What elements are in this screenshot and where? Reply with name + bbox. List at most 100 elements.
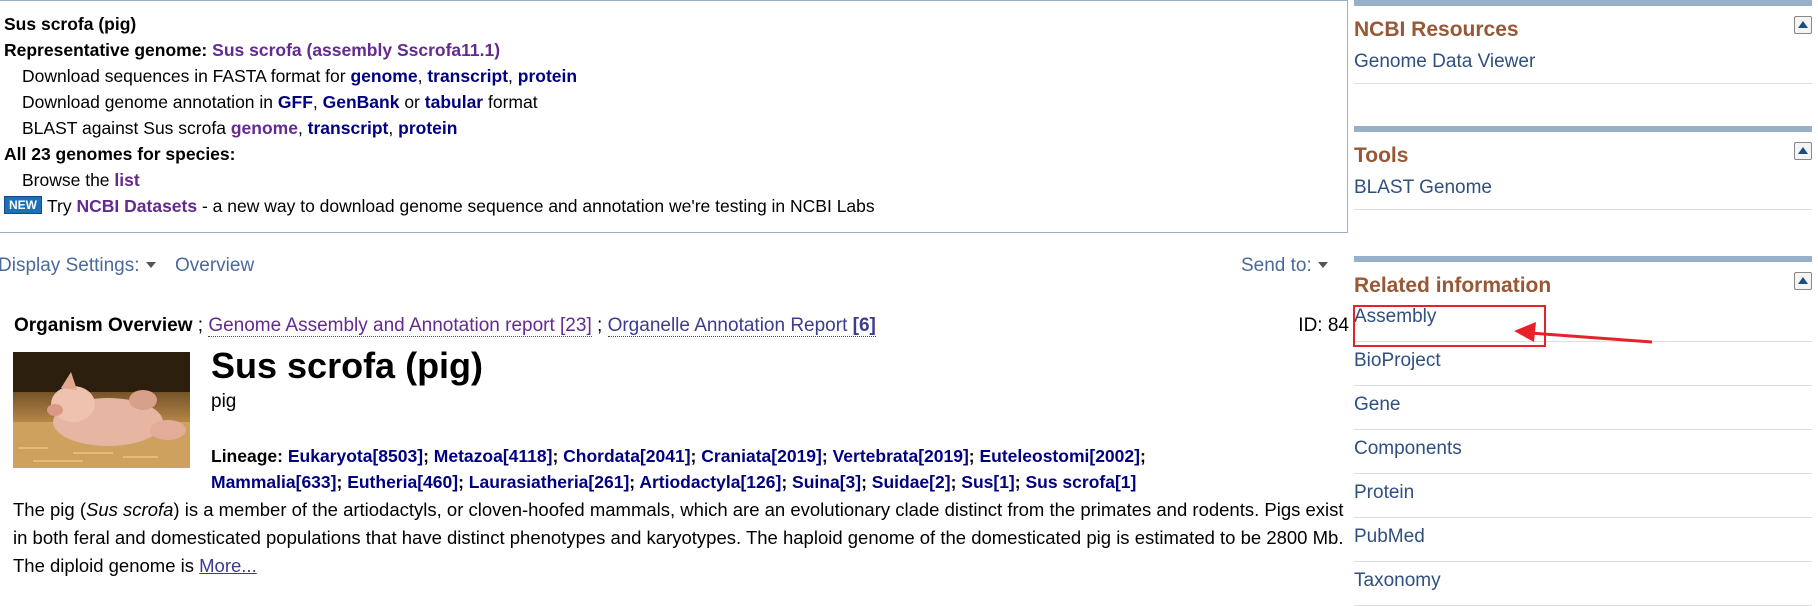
datasets-description: - a new way to download genome sequence … (201, 196, 875, 216)
browse-list-link[interactable]: list (114, 170, 139, 190)
lineage-link[interactable]: Euteleostomi (979, 446, 1089, 466)
lineage-link[interactable]: Artiodactyla (639, 472, 740, 492)
portlet-tools: Tools BLAST Genome (1354, 126, 1812, 210)
report-tabs: Organism Overview ; Genome Assembly and … (14, 315, 1349, 337)
fasta-genome-link[interactable]: genome (350, 66, 417, 86)
send-to-dropdown[interactable]: Send to: (1241, 255, 1328, 277)
lineage-separator: ; (552, 446, 564, 466)
display-settings-label: Display Settings: (0, 255, 140, 276)
fasta-transcript-link[interactable]: transcript (427, 66, 508, 86)
lineage-separator: ; (336, 472, 348, 492)
description-text-start: The pig ( (13, 499, 87, 520)
lineage-link[interactable]: Sus scrofa (1025, 472, 1114, 492)
lineage-separator: ; (690, 446, 702, 466)
annotation-format-text: format (488, 92, 538, 112)
lineage-link[interactable]: Mammalia (211, 472, 296, 492)
ncbi-datasets-link[interactable]: NCBI Datasets (77, 196, 198, 216)
send-to-label: Send to: (1241, 255, 1312, 276)
lineage-separator: ; (821, 446, 833, 466)
sidebar-item-protein[interactable]: Protein (1354, 474, 1812, 518)
fasta-protein-link[interactable]: protein (518, 66, 577, 86)
annotation-genbank-link[interactable]: GenBank (323, 92, 400, 112)
collapse-icon[interactable] (1794, 142, 1812, 160)
organism-photo[interactable] (13, 352, 190, 468)
download-fasta-text: Download sequences in FASTA format for (22, 66, 346, 86)
organelle-annotation-report-link[interactable]: Organelle Annotation Report [6] (607, 315, 876, 337)
collapse-icon[interactable] (1794, 16, 1812, 34)
organism-name: Sus scrofa (pig) (4, 14, 137, 34)
page-title: Sus scrofa (pig) (211, 345, 484, 386)
portlet-title: Related information (1354, 274, 1552, 297)
report-separator: ; (197, 315, 204, 336)
sidebar-item-taxonomy[interactable]: Taxonomy (1354, 562, 1812, 606)
record-id: ID: 84 (1298, 315, 1349, 336)
lineage-link[interactable]: Sus (961, 472, 993, 492)
blast-genome-link[interactable]: genome (231, 118, 298, 138)
collapse-icon[interactable] (1794, 272, 1812, 290)
blast-transcript-link[interactable]: transcript (308, 118, 389, 138)
blast-against-text: BLAST against Sus scrofa (22, 118, 226, 138)
lineage-separator: ; (968, 446, 980, 466)
sidebar-item-components[interactable]: Components (1354, 430, 1812, 474)
lineage-link[interactable]: Metazoa (434, 446, 503, 466)
organelle-report-count: [6] (852, 315, 876, 336)
all-genomes-label: All 23 genomes for species: (4, 144, 236, 164)
lineage-count: [2041] (639, 446, 691, 466)
try-text: Try (47, 196, 72, 216)
representative-genome-link[interactable]: Sus scrofa (assembly Sscrofa11.1) (212, 40, 500, 60)
pig-image (13, 352, 190, 468)
lineage-count: [2019] (771, 446, 822, 466)
lineage-separator: ; (629, 472, 640, 492)
assembly-annotation-report-link[interactable]: Genome Assembly and Annotation report [2… (208, 315, 592, 337)
report-separator: ; (597, 315, 603, 336)
lineage-link[interactable]: Suidae (872, 472, 929, 492)
lineage-count: [2002] (1089, 446, 1140, 466)
display-overview-value: Overview (175, 255, 255, 276)
annotation-gff-link[interactable]: GFF (278, 92, 313, 112)
sidebar-item-gene[interactable]: Gene (1354, 386, 1812, 430)
chevron-down-icon (1317, 262, 1328, 268)
display-settings-dropdown[interactable]: Display Settings: (0, 255, 156, 277)
common-name: pig (211, 391, 237, 412)
lineage-count: [126] (740, 472, 782, 492)
portlet-ncbi-resources: NCBI Resources Genome Data Viewer (1354, 0, 1812, 84)
lineage-separator: ; (781, 472, 793, 492)
lineage-separator: ; (1139, 446, 1146, 466)
lineage-count: [4118] (502, 446, 553, 466)
lineage-link[interactable]: Suina (792, 472, 840, 492)
sidebar-item-pubmed[interactable]: PubMed (1354, 518, 1812, 562)
lineage-count: [3] (839, 472, 862, 492)
sidebar-item-blast-genome[interactable]: BLAST Genome (1354, 174, 1812, 210)
genome-summary-box: Sus scrofa (pig) Representative genome: … (0, 0, 1348, 233)
organism-description: The pig (Sus scrofa) is a member of the … (13, 496, 1348, 580)
lineage-count: [633] (295, 472, 337, 492)
lineage-separator: ; (458, 472, 469, 492)
browse-text: Browse the (22, 170, 110, 190)
lineage-label: Lineage: (211, 446, 283, 466)
portlet-title: Tools (1354, 144, 1409, 167)
lineage-link[interactable]: Craniata (701, 446, 771, 466)
lineage-link[interactable]: Eutheria (347, 472, 417, 492)
annotation-or-text: or (404, 92, 420, 112)
blast-protein-link[interactable]: protein (398, 118, 457, 138)
more-link[interactable]: More... (199, 555, 257, 576)
lineage-link[interactable]: Eukaryota (288, 446, 373, 466)
lineage-link[interactable]: Vertebrata (833, 446, 919, 466)
download-annotation-text: Download genome annotation in (22, 92, 274, 112)
assembly-report-count: [23] (560, 315, 592, 336)
organism-overview-tab: Organism Overview (14, 315, 193, 336)
lineage-separator: ; (861, 472, 872, 492)
annotation-tabular-link[interactable]: tabular (425, 92, 483, 112)
portlet-title: NCBI Resources (1354, 18, 1519, 41)
lineage-separator: ; (1014, 472, 1026, 492)
lineage-count: [1] (993, 472, 1015, 492)
sidebar-item-genome-data-viewer[interactable]: Genome Data Viewer (1354, 48, 1812, 84)
lineage-link[interactable]: Laurasiatheria (469, 472, 589, 492)
description-species-italic: Sus scrofa (86, 499, 174, 520)
assembly-report-label: Genome Assembly and Annotation report (208, 315, 555, 336)
lineage-link[interactable]: Chordata (563, 446, 640, 466)
lineage-separator: ; (423, 446, 434, 466)
lineage-count: [261] (588, 472, 630, 492)
lineage-count: [2019] (918, 446, 969, 466)
lineage-count: [8503] (372, 446, 424, 466)
